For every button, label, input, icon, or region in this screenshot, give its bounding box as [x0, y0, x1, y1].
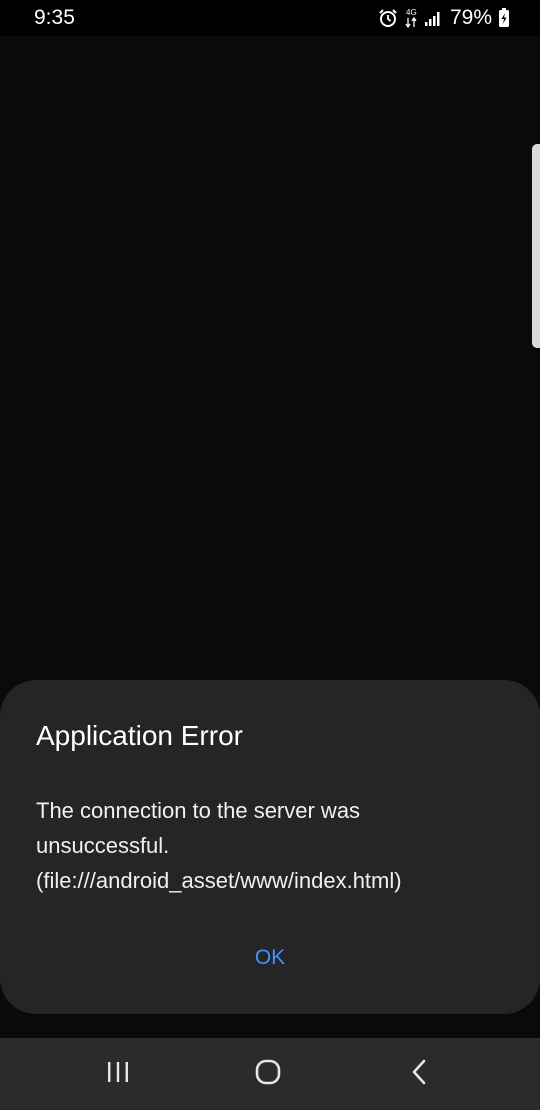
battery-charging-icon	[498, 8, 510, 28]
status-time: 9:35	[34, 6, 75, 29]
dialog-message: The connection to the server was unsucce…	[36, 793, 506, 898]
dialog-message-line: The connection to the server was	[36, 798, 361, 823]
battery-percent: 79%	[449, 6, 492, 29]
status-bar: 9:35 4G 79%	[0, 0, 540, 36]
back-icon	[409, 1059, 431, 1090]
recents-icon	[105, 1060, 131, 1089]
ok-button[interactable]: OK	[220, 936, 320, 980]
dialog-message-line: unsuccessful.	[36, 833, 170, 858]
screen: 9:35 4G 79% Application Error The connec…	[0, 0, 540, 1110]
data-transfer-icon: 4G	[404, 7, 418, 29]
recents-button[interactable]	[88, 1054, 148, 1094]
alarm-icon	[378, 8, 398, 28]
error-dialog: Application Error The connection to the …	[0, 680, 540, 1014]
edge-panel-handle[interactable]	[532, 144, 540, 348]
status-icons: 4G 79%	[378, 5, 510, 31]
home-icon	[254, 1058, 282, 1091]
signal-icon	[424, 9, 442, 27]
home-button[interactable]	[238, 1054, 298, 1094]
back-button[interactable]	[390, 1054, 450, 1094]
dialog-title: Application Error	[36, 720, 243, 751]
svg-text:4G: 4G	[406, 8, 417, 17]
navigation-bar	[0, 1038, 540, 1110]
dialog-message-line: (file:///android_asset/www/index.html)	[36, 868, 402, 893]
